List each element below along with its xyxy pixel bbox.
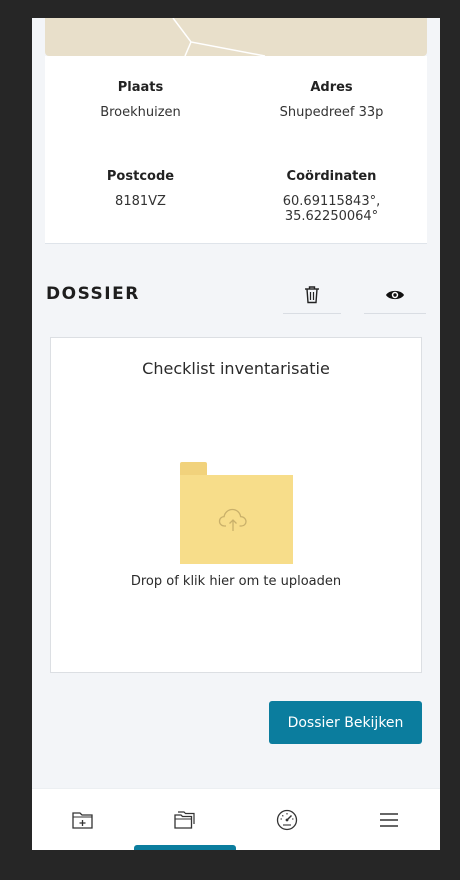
bottom-navigation [32, 788, 440, 850]
nav-item-dashboard[interactable] [236, 789, 338, 850]
cloud-upload-icon [218, 508, 247, 531]
trash-icon [305, 286, 319, 304]
app-screen: Plaats Broekhuizen Adres Shupedreef 33p … [32, 18, 440, 850]
address-value: Shupedreef 33p [279, 105, 384, 120]
place-label: Plaats [117, 80, 164, 95]
dossier-heading: DOSSIER [46, 284, 140, 304]
nav-item-menu[interactable] [338, 789, 440, 850]
upload-dropzone[interactable]: Checklist inventarisatie Drop of klik hi… [50, 337, 422, 673]
view-dossier-button[interactable]: Dossier Bekijken [269, 701, 422, 744]
postcode-label: Postcode [106, 169, 175, 184]
folder-upload-target[interactable] [180, 462, 293, 566]
postcode-value: 8181VZ [115, 194, 166, 209]
view-dossier-icon-button[interactable] [364, 276, 426, 314]
coordinates-value: 60.69115843°, 35.62250064° [282, 194, 381, 224]
folder-add-icon [72, 811, 93, 829]
place-value: Broekhuizen [100, 105, 181, 120]
folders-icon [174, 810, 195, 829]
map-roads [172, 18, 266, 56]
nav-item-new-dossier[interactable] [32, 789, 134, 850]
coordinates-field: Coördinaten 60.69115843°, 35.62250064° [236, 169, 427, 224]
delete-dossier-button[interactable] [283, 276, 341, 314]
active-tab-indicator [134, 845, 236, 850]
place-field: Plaats Broekhuizen [45, 80, 236, 120]
map-view[interactable] [45, 18, 427, 56]
postcode-field: Postcode 8181VZ [45, 169, 236, 209]
folder-body [180, 475, 293, 564]
folder-tab [180, 462, 207, 476]
upload-hint: Drop of klik hier om te uploaden [130, 574, 342, 589]
eye-icon [386, 290, 404, 299]
dashboard-icon [276, 809, 298, 830]
nav-item-dossiers[interactable] [134, 789, 236, 850]
coordinates-label: Coördinaten [286, 169, 377, 184]
address-label: Adres [310, 80, 353, 95]
menu-icon [380, 812, 398, 827]
address-field: Adres Shupedreef 33p [236, 80, 427, 120]
upload-title: Checklist inventarisatie [142, 359, 330, 378]
location-info-card: Plaats Broekhuizen Adres Shupedreef 33p … [45, 56, 427, 244]
